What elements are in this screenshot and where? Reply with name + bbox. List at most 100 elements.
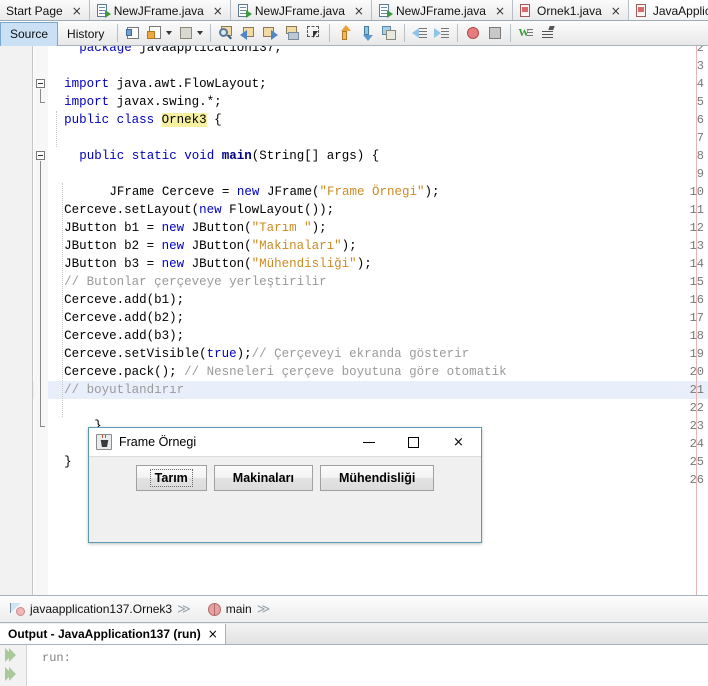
code-line[interactable]: import javax.swing.*; <box>49 93 708 111</box>
editor-tab-newjframe-3[interactable]: NewJFrame.java × <box>371 0 514 20</box>
muhendisligi-button[interactable]: Mühendisliği <box>319 465 435 491</box>
output-tab[interactable]: Output - JavaApplication137 (run) × <box>0 624 226 644</box>
stop-icon[interactable] <box>485 23 505 43</box>
code-token: ); <box>236 347 252 361</box>
code-line[interactable]: JButton b2 = new JButton("Makinaları"); <box>49 237 708 255</box>
editor-tab-start-page[interactable]: Start Page × <box>0 0 90 20</box>
toolbar-separator <box>117 24 119 42</box>
editor-tab-ornek1[interactable]: Ornek1.java × <box>513 0 629 20</box>
comment-icon[interactable] <box>176 23 196 43</box>
code-token: java.awt.FlowLayout; <box>116 77 267 91</box>
breadcrumb-separator: ≫ <box>256 601 271 617</box>
code-line[interactable]: Cerceve.add(b2); <box>49 309 708 327</box>
code-line[interactable]: Cerceve.pack(); // Nesneleri çerçeve boy… <box>49 363 708 381</box>
code-token: class <box>116 113 162 127</box>
code-token: static <box>131 149 185 163</box>
tarim-button[interactable]: Tarım <box>135 465 207 491</box>
code-line[interactable] <box>49 129 708 147</box>
breadcrumb-item-class[interactable]: javaapplication137.Ornek3 <box>10 602 172 616</box>
close-icon[interactable]: × <box>354 5 364 17</box>
code-token: javax.swing.*; <box>116 95 222 109</box>
makinalari-button[interactable]: Makinaları <box>213 465 313 491</box>
code-line[interactable]: // boyutlandırır <box>49 381 708 399</box>
code-line[interactable]: JButton b1 = new JButton("Tarım "); <box>49 219 708 237</box>
code-line[interactable]: JButton b3 = new JButton("Mühendisliği")… <box>49 255 708 273</box>
close-button[interactable]: × <box>436 428 481 457</box>
find-selection-icon[interactable] <box>216 23 236 43</box>
editor-tab-label: NewJFrame.java <box>395 3 486 18</box>
dialog-button-row: Tarım Makinaları Mühendisliği <box>89 465 481 491</box>
code-line[interactable]: Cerceve.add(b1); <box>49 291 708 309</box>
toolbar-separator <box>329 24 331 42</box>
code-token: (String[] args) { <box>251 149 380 163</box>
output-tab-bar: Output - JavaApplication137 (run) × <box>0 624 708 645</box>
refactor-icon[interactable] <box>145 23 165 43</box>
editor-tab-label: NewJFrame.java <box>254 3 345 18</box>
editor-tab-newjframe-1[interactable]: NewJFrame.java × <box>89 0 231 20</box>
breadcrumb-item-method[interactable]: main <box>207 602 252 616</box>
code-line[interactable]: import java.awt.FlowLayout; <box>49 75 708 93</box>
fold-toggle-icon[interactable] <box>36 79 45 88</box>
code-line[interactable]: public static void main(String[] args) { <box>49 147 708 165</box>
dialog-title-bar[interactable]: Frame Örnegi × <box>89 428 481 457</box>
inspect-icon[interactable] <box>538 23 558 43</box>
toggle-highlight-icon[interactable]: W <box>516 23 536 43</box>
copy-line-icon[interactable] <box>379 23 399 43</box>
toolbar-separator <box>510 24 512 42</box>
code-token: "Mühendisliği" <box>251 257 357 271</box>
code-fold-column[interactable] <box>34 46 48 595</box>
toggle-breakpoint-icon[interactable] <box>463 23 483 43</box>
breadcrumb-separator: ≫ <box>177 601 191 617</box>
close-icon[interactable]: × <box>495 5 505 17</box>
code-line[interactable]: Cerceve.add(b3); <box>49 327 708 345</box>
output-body[interactable]: run: <box>0 645 708 686</box>
shift-right-icon[interactable] <box>432 23 452 43</box>
close-icon[interactable]: × <box>611 5 621 17</box>
code-line[interactable]: package javaapplication137; <box>49 46 708 57</box>
shift-line-down-icon[interactable] <box>357 23 377 43</box>
rerun-icon[interactable] <box>5 648 21 662</box>
code-token: new <box>161 239 192 253</box>
shift-line-up-icon[interactable] <box>335 23 355 43</box>
toolbar-separator <box>457 24 459 42</box>
line-number-gutter <box>0 46 33 595</box>
editor-tab-label: JavaApplication136.java <box>652 3 708 18</box>
code-line[interactable] <box>49 165 708 183</box>
code-editor[interactable]: 2 3 4 5 6 7 8 9 10 11 12 13 14 15 16 17 18 19 20 21 22 23 24 25… <box>0 46 708 595</box>
next-bookmark-icon[interactable] <box>260 23 280 43</box>
maximize-button[interactable] <box>391 428 436 457</box>
previous-bookmark-icon[interactable] <box>238 23 258 43</box>
shift-left-icon[interactable] <box>410 23 430 43</box>
fold-bar <box>40 161 41 426</box>
code-token: Ornek3 <box>161 113 207 127</box>
editor-tab-javaapplication136[interactable]: JavaApplication136.java <box>628 0 708 20</box>
close-icon[interactable]: × <box>72 5 82 17</box>
tab-source[interactable]: Source <box>0 21 59 46</box>
dialog-title: Frame Örnegi <box>119 435 197 449</box>
minimize-button[interactable] <box>346 428 391 457</box>
code-token: // Butonlar çerçeveye yerleştirilir <box>64 275 327 289</box>
rectangular-selection-icon[interactable] <box>304 23 324 43</box>
close-icon[interactable]: × <box>208 627 218 641</box>
code-token: package <box>79 46 140 55</box>
close-icon[interactable]: × <box>213 5 223 17</box>
code-line[interactable]: Cerceve.setVisible(true);// Çerçeveyi ek… <box>49 345 708 363</box>
code-token: "Frame Örnegi" <box>319 185 425 199</box>
java-frame-dialog[interactable]: Frame Örnegi × Tarım Makinaları Mühendis… <box>88 427 482 543</box>
tab-history[interactable]: History <box>58 22 113 46</box>
rerun-icon[interactable] <box>5 667 21 681</box>
fold-toggle-icon[interactable] <box>36 151 45 160</box>
code-line[interactable] <box>49 399 708 417</box>
code-line[interactable]: JFrame Cerceve = new JFrame("Frame Örneg… <box>49 183 708 201</box>
toggle-bookmark-icon[interactable] <box>282 23 302 43</box>
chevron-down-icon[interactable] <box>166 31 173 35</box>
last-edit-icon[interactable] <box>123 23 143 43</box>
editor-tab-newjframe-2[interactable]: NewJFrame.java × <box>230 0 372 20</box>
code-line[interactable]: Cerceve.setLayout(new FlowLayout()); <box>49 201 708 219</box>
code-token: public <box>64 113 117 127</box>
code-token: public <box>79 149 132 163</box>
code-line[interactable] <box>49 57 708 75</box>
chevron-down-icon[interactable] <box>197 31 204 35</box>
code-line[interactable]: // Butonlar çerçeveye yerleştirilir <box>49 273 708 291</box>
code-line[interactable]: public class Ornek3 { <box>49 111 708 129</box>
